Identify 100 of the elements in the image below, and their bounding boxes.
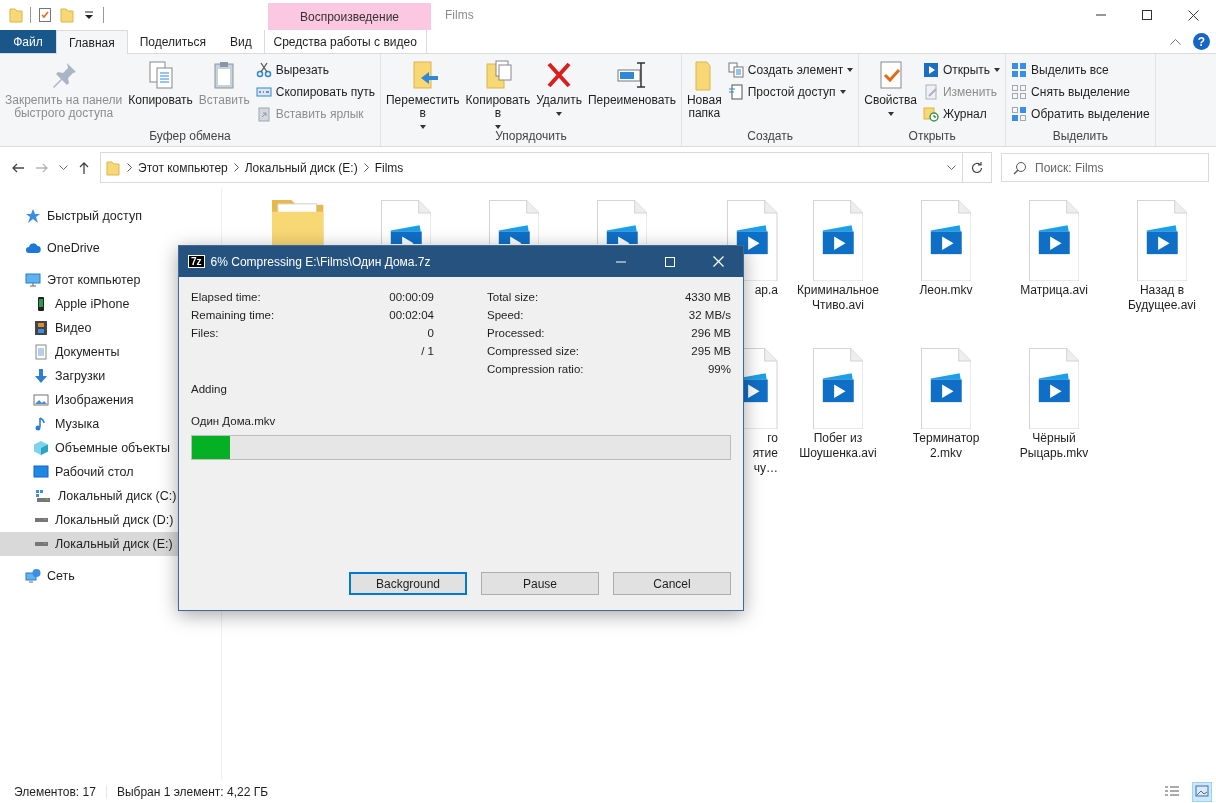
ribbon-button[interactable]: Простой доступ	[725, 82, 856, 101]
stat-label: Elapsed time:	[191, 291, 261, 305]
video-file-icon	[812, 348, 864, 430]
file-name[interactable]: го ятие чу…	[752, 431, 778, 477]
sidebar-item[interactable]: Локальный диск (D:)	[0, 508, 221, 532]
video-file-icon	[1028, 348, 1080, 430]
ribbon-tab[interactable]: Главная	[56, 30, 128, 54]
search-field[interactable]: Поиск: Films	[1001, 153, 1209, 182]
empty-grid-icon	[1011, 83, 1028, 100]
document-icon	[33, 344, 49, 360]
ribbon-button[interactable]: Новая папка	[684, 56, 724, 129]
dialog-button[interactable]: Background	[349, 572, 467, 595]
grid-icon	[1011, 61, 1028, 78]
ribbon-button[interactable]: Создать элемент	[725, 60, 856, 79]
rename-icon	[615, 59, 648, 91]
new-item-icon	[727, 61, 744, 78]
stat-value: 295 MB	[691, 345, 731, 359]
chevron-right-icon	[363, 163, 369, 172]
breadcrumb[interactable]: Films	[374, 160, 404, 175]
stat-label: Total size:	[487, 291, 539, 305]
ribbon-group-label: Упорядочить	[494, 129, 568, 145]
stat-value: 0	[427, 327, 434, 341]
chevron-down-icon	[58, 165, 68, 170]
window-title: Films	[445, 8, 474, 22]
desktop-icon	[33, 464, 49, 480]
stat-value: 32 MB/s	[688, 309, 731, 323]
search-icon	[1012, 160, 1028, 176]
file-name[interactable]: Побег из Шоушенка.avi	[799, 431, 877, 462]
ribbon-tab[interactable]: Вид	[217, 30, 264, 53]
pencil-document-icon	[922, 83, 939, 100]
ribbon-button[interactable]: Вырезать	[253, 60, 377, 79]
ribbon-tab[interactable]: Поделиться	[127, 30, 218, 53]
stat-label: Remaining time:	[191, 309, 275, 323]
large-icons-view-button[interactable]	[1192, 781, 1212, 802]
drive-icon	[35, 541, 48, 547]
ribbon-button[interactable]: Журнал	[920, 104, 1003, 123]
dialog-button[interactable]: Cancel	[613, 572, 731, 595]
ribbon-button[interactable]: Копировать в	[463, 56, 533, 129]
stat-label: Files:	[191, 327, 219, 341]
sidebar-item[interactable]: Рабочий стол	[0, 460, 221, 484]
file-name[interactable]: ар.а	[754, 283, 778, 299]
file-name[interactable]: Леон.mkv	[919, 283, 973, 299]
stat-value: 4330 MB	[684, 291, 731, 305]
selection-info: Выбран 1 элемент: 4,22 ГБ	[116, 784, 269, 799]
document-icon	[727, 83, 744, 100]
stat-label: Speed:	[487, 309, 524, 323]
current-file: Один Дома.mkv	[191, 415, 277, 427]
sidebar-item[interactable]: Сеть	[0, 564, 221, 588]
file-name[interactable]: Терминатор 2.mkv	[912, 431, 980, 462]
chevron-right-icon	[233, 163, 239, 172]
sidebar-item[interactable]: Документы	[0, 340, 221, 364]
ribbon-button[interactable]: Копировать	[126, 56, 195, 129]
ribbon-button[interactable]: Открыть	[920, 60, 1003, 79]
ribbon-tab[interactable]: Средства работы с видео	[263, 30, 427, 53]
ribbon-button[interactable]: Свойства	[862, 56, 919, 129]
address-dropdown-button[interactable]	[947, 165, 956, 170]
video-file-icon	[920, 348, 972, 430]
file-name[interactable]: Криминальное Чтиво.avi	[797, 283, 879, 314]
ribbon-button[interactable]: Скопировать путь	[253, 82, 377, 101]
drive-icon	[35, 488, 51, 504]
stat-label: Processed:	[487, 327, 545, 341]
file-name[interactable]: Назад в Будущее.avi	[1128, 283, 1196, 314]
ribbon-button[interactable]: Переименовать	[585, 56, 678, 129]
ribbon-group-label: Создать	[746, 129, 794, 145]
video-file-icon	[812, 200, 864, 282]
large-icons-view-icon	[1194, 783, 1210, 800]
breadcrumb[interactable]: Этот компьютер	[138, 160, 228, 175]
help-button[interactable]: ?	[1193, 33, 1210, 50]
ribbon-button[interactable]: Удалить	[534, 56, 584, 129]
cloud-icon	[25, 240, 41, 256]
chevron-down-icon	[947, 165, 956, 170]
sidebar-item[interactable]: Быстрый доступ	[0, 204, 221, 228]
sidebar-item[interactable]: Объемные объекты	[0, 436, 221, 460]
ribbon-group-label: Выделить	[1051, 129, 1110, 145]
network-icon	[25, 568, 41, 584]
close-icon	[1187, 9, 1199, 21]
checked-document-icon	[37, 7, 53, 23]
maximize-icon	[664, 256, 675, 267]
ribbon-button[interactable]: Выделить все	[1009, 60, 1152, 79]
history-icon	[922, 105, 939, 122]
address-bar[interactable]: Этот компьютер Локальный диск (E:) Films	[100, 152, 992, 183]
ribbon-button[interactable]: Снять выделение	[1009, 82, 1152, 101]
ribbon-button[interactable]: Переместить в	[384, 56, 462, 129]
video-file-icon	[920, 200, 972, 282]
maximize-icon	[1142, 10, 1152, 20]
sidebar-item[interactable]: Локальный диск (C:)	[0, 484, 221, 508]
file-name[interactable]: Чёрный Рыцарь.mkv	[1019, 431, 1089, 462]
stat-value: / 1	[421, 345, 434, 359]
dialog-button[interactable]: Pause	[481, 572, 599, 595]
item-count: Элементов: 17	[14, 784, 96, 799]
file-name[interactable]: Матрица.avi	[1020, 283, 1088, 299]
sidebar-item[interactable]: Этот компьютер	[0, 268, 221, 292]
file-menu-tab[interactable]: Файл	[0, 30, 56, 53]
play-icon	[922, 61, 939, 78]
operation-status: Adding	[191, 383, 228, 395]
ribbon-button[interactable]: Обратить выделение	[1009, 104, 1152, 123]
scissors-icon	[255, 61, 272, 78]
star-icon	[25, 208, 41, 224]
stat-value: 99%	[707, 363, 731, 377]
breadcrumb[interactable]: Локальный диск (E:)	[244, 160, 358, 175]
